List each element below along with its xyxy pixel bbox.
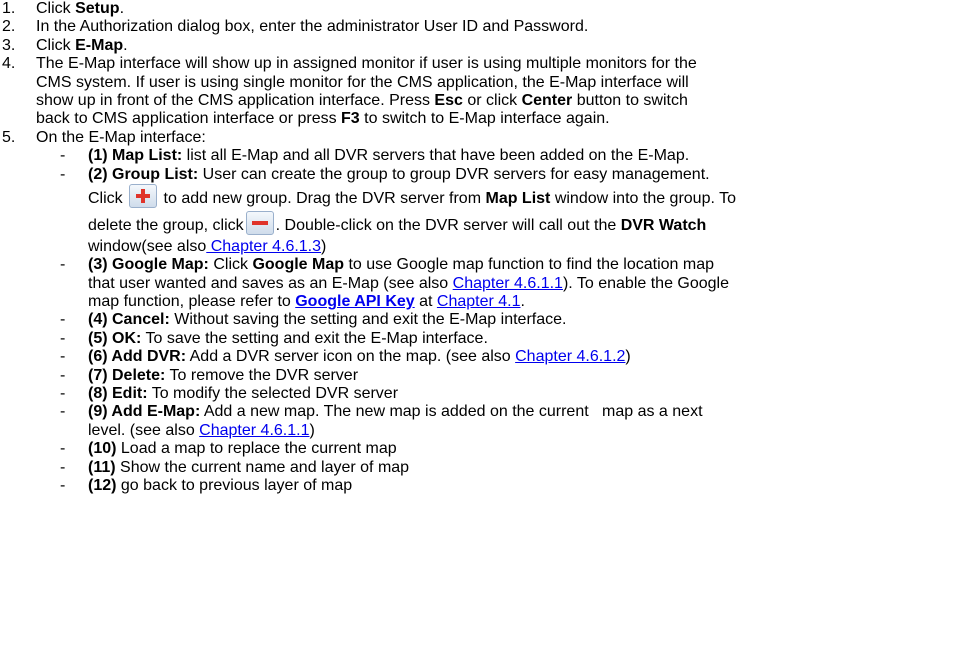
bullet-dash: - [60, 366, 66, 384]
center-term: Center [521, 91, 573, 109]
item-google-map: - (3) Google Map: Click Google Map to us… [60, 256, 729, 311]
item-group-list: - (2) Group List: User can create the gr… [60, 165, 736, 255]
bullet-dash: - [60, 256, 66, 274]
item-show-map-name: - (11) Show the current name and layer o… [60, 458, 410, 476]
item-add-emap: - (9) Add E-Map: Add a new map. The new … [60, 403, 703, 439]
document: 1. Click Setup. 2. In the Authorization … [0, 0, 973, 495]
step-number: 4. [2, 55, 16, 73]
step-1: 1. Click Setup. [2, 0, 125, 17]
step-2: 2. In the Authorization dialog box, ente… [2, 18, 589, 36]
step-number: 1. [2, 0, 16, 17]
chapter-4-6-1-1-link[interactable]: Chapter 4.6.1.1 [199, 422, 309, 439]
item-ok: - (5) OK: To save the setting and exit t… [60, 329, 488, 347]
minus-icon[interactable] [245, 210, 274, 235]
item-edit: - (8) Edit: To modify the selected DVR s… [60, 385, 399, 403]
bullet-dash: - [60, 165, 66, 183]
chapter-4-6-1-3-link[interactable]: Chapter 4.6.1.3 [206, 238, 321, 255]
chapter-4-6-1-1-link[interactable]: Chapter 4.6.1.1 [453, 275, 563, 292]
setup-term: Setup [75, 0, 120, 17]
google-api-key-link[interactable]: Google API Key [295, 293, 414, 310]
bullet-dash: - [60, 476, 66, 494]
esc-key: Esc [434, 91, 463, 109]
chapter-4-6-1-2-link[interactable]: Chapter 4.6.1.2 [515, 348, 625, 365]
step-3: 3. Click E-Map. [2, 36, 128, 54]
item-go-back: - (12) go back to previous layer of map [60, 476, 353, 494]
bullet-dash: - [60, 403, 66, 421]
bullet-dash: - [60, 329, 66, 347]
bullet-dash: - [60, 147, 66, 165]
chapter-4-1-link[interactable]: Chapter 4.1 [437, 293, 521, 310]
item-load-map: - (10) Load a map to replace the current… [60, 440, 397, 458]
bullet-dash: - [60, 385, 66, 403]
bullet-dash: - [60, 311, 66, 329]
bullet-dash: - [60, 440, 66, 458]
step-number: 2. [2, 18, 16, 36]
item-map-list: - (1) Map List: list all E-Map and all D… [60, 147, 690, 165]
step-5: 5. On the E-Map interface: [2, 128, 206, 146]
step-number: 5. [2, 128, 16, 146]
bullet-dash: - [60, 458, 66, 476]
step-number: 3. [2, 36, 16, 54]
plus-icon[interactable] [129, 183, 158, 208]
emap-term: E-Map [75, 36, 124, 54]
step-4: 4. The E-Map interface will show up in a… [2, 55, 697, 128]
f3-key: F3 [341, 110, 360, 128]
item-delete: - (7) Delete: To remove the DVR server [60, 366, 359, 384]
item-cancel: - (4) Cancel: Without saving the setting… [60, 311, 567, 329]
item-add-dvr: - (6) Add DVR: Add a DVR server icon on … [60, 348, 631, 366]
bullet-dash: - [60, 348, 66, 366]
